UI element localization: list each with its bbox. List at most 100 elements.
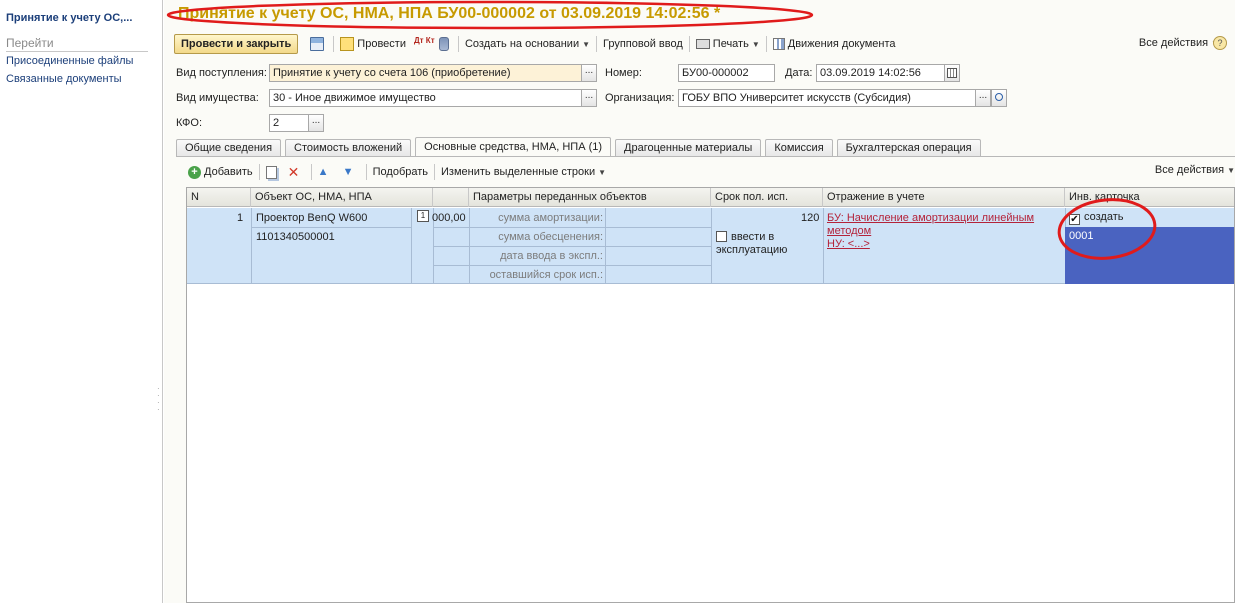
movements-label: Движения документа [787, 38, 896, 50]
create-card-checkbox[interactable]: ✔ [1069, 214, 1080, 225]
header-object[interactable]: Объект ОС, НМА, НПА [251, 188, 433, 207]
arrow-down-icon: ▼ [342, 166, 354, 178]
organization-open-button[interactable] [991, 89, 1007, 107]
help-icon[interactable]: ? [1213, 36, 1227, 50]
reference-marker[interactable]: 1 [417, 210, 429, 222]
group-input-button[interactable]: Групповой ввод [599, 34, 687, 54]
toolbar-separator [765, 36, 767, 52]
tab-precious-materials[interactable]: Драгоценные материалы [615, 139, 762, 157]
date-field[interactable]: 03.09.2019 14:02:56 [816, 64, 945, 82]
organization-field[interactable]: ГОБУ ВПО Университет искусств (Субсидия) [678, 89, 976, 107]
tab-general[interactable]: Общие сведения [176, 139, 282, 157]
main-toolbar: Провести и закрыть Провести Дт Кт Создат… [174, 33, 1235, 55]
tab-investment-cost[interactable]: Стоимость вложений [285, 139, 412, 157]
tab-bar: Общие сведения Стоимость вложений Основн… [176, 137, 985, 157]
receipt-type-choose-button[interactable]: ... [581, 64, 597, 82]
table-header: N Объект ОС, НМА, НПА Параметры переданн… [187, 188, 1234, 207]
property-type-field[interactable]: 30 - Иное движимое имущество [269, 89, 582, 107]
movements-icon [772, 38, 785, 50]
save-icon [310, 37, 325, 51]
commission-checkbox-row[interactable]: ввести в эксплуатацию [716, 231, 816, 257]
copy-row-button[interactable] [262, 162, 284, 182]
param-commission-date-label: дата ввода в экспл.: [500, 250, 603, 262]
organization-choose-button[interactable]: ... [975, 89, 991, 107]
object-code[interactable]: 1101340500001 [256, 231, 335, 243]
post-button[interactable]: Провести [336, 34, 410, 54]
create-card-label: создать [1084, 211, 1124, 223]
tab-commission[interactable]: Комиссия [765, 139, 833, 157]
panel-splitter[interactable]: · · · · [157, 385, 161, 414]
header-accounting[interactable]: Отражение в учете [823, 188, 1065, 207]
create-based-on-label: Создать на основании [464, 38, 580, 50]
tab-fixed-assets[interactable]: Основные средства, НМА, НПА (1) [415, 137, 612, 157]
dt-kt-button[interactable]: Дт Кт [410, 34, 435, 54]
calendar-button[interactable] [944, 64, 960, 82]
header-inv-card[interactable]: Инв. карточка [1065, 188, 1234, 207]
post-icon [340, 37, 355, 51]
register-button[interactable] [435, 34, 456, 54]
post-label: Провести [357, 38, 406, 50]
property-type-choose-button[interactable]: ... [581, 89, 597, 107]
toolbar-separator [457, 36, 459, 52]
toolbar-separator [310, 164, 312, 180]
table-all-actions-label: Все действия [1154, 164, 1225, 176]
kfo-choose-button[interactable]: ... [308, 114, 324, 132]
pick-button[interactable]: Подобрать [369, 162, 432, 182]
delete-row-button[interactable]: ✕ [284, 162, 309, 182]
edit-selected-label: Изменить выделенные строки [441, 166, 596, 178]
toolbar-separator [596, 36, 598, 52]
number-field[interactable]: БУ00-000002 [678, 64, 775, 82]
toolbar-separator [333, 36, 335, 52]
calendar-icon [947, 68, 957, 78]
dt-kt-icon: Дт Кт [413, 36, 435, 45]
table-toolbar: + Добавить ✕ ▲ ▼ Подобрать Изменить выдел… [186, 162, 1235, 182]
nu-accounting-link[interactable]: НУ: <...> [827, 238, 870, 250]
cell-divider [823, 208, 824, 284]
related-documents-link[interactable]: Связанные документы [6, 73, 122, 85]
property-type-label: Вид имущества: [176, 92, 259, 104]
arrow-up-icon: ▲ [317, 166, 329, 178]
add-label: Добавить [204, 166, 253, 178]
param-impairment-label: сумма обесценения: [498, 231, 603, 243]
navigation-panel: Принятие к учету ОС,... Перейти Присоеди… [0, 0, 163, 603]
attached-files-link[interactable]: Присоединенные файлы [6, 55, 133, 67]
move-up-button[interactable]: ▲ [314, 162, 339, 182]
receipt-type-field[interactable]: Принятие к учету со счета 106 (приобрете… [269, 64, 582, 82]
chevron-down-icon: ▼ [598, 167, 607, 177]
header-blank[interactable] [433, 188, 469, 207]
create-card-checkbox-row[interactable]: ✔ создать [1069, 211, 1123, 225]
chevron-down-icon: ▼ [582, 39, 591, 49]
cell-divider [411, 208, 412, 284]
print-button[interactable]: Печать ▼ [692, 34, 764, 54]
amount-value[interactable]: 000,00 [432, 212, 466, 224]
cell-divider [251, 227, 411, 228]
document-form: Принятие к учету ОС, НМА, НПА БУ00-00000… [164, 0, 1235, 603]
object-name[interactable]: Проектор BenQ W600 [256, 212, 367, 224]
document-title: Принятие к учету ОС, НМА, НПА БУ00-00000… [178, 5, 721, 22]
chevron-down-icon: ▼ [751, 39, 760, 49]
header-n[interactable]: N [187, 188, 251, 207]
all-actions-menu[interactable]: Все действия▼? [1139, 33, 1227, 53]
add-row-button[interactable]: + Добавить [186, 162, 257, 182]
move-down-button[interactable]: ▼ [339, 162, 364, 182]
bu-accounting-link[interactable]: БУ: Начисление амортизации линейным мето… [827, 212, 1047, 238]
panel-title[interactable]: Принятие к учету ОС,... [6, 12, 132, 24]
header-life[interactable]: Срок пол. исп. [711, 188, 823, 207]
tab-accounting-operation[interactable]: Бухгалтерская операция [836, 139, 981, 157]
inventory-number-cell[interactable]: 0001 [1065, 227, 1234, 284]
copy-icon [265, 165, 277, 179]
print-label: Печать [712, 38, 749, 50]
commission-checkbox[interactable] [716, 231, 727, 242]
chevron-down-icon: ▼ [1227, 166, 1235, 175]
create-based-on-button[interactable]: Создать на основании ▼ [461, 34, 594, 54]
useful-life-value[interactable]: 120 [801, 212, 819, 224]
delete-icon: ✕ [287, 164, 300, 180]
save-button[interactable] [306, 34, 331, 54]
assets-table: N Объект ОС, НМА, НПА Параметры переданн… [186, 187, 1235, 603]
document-movements-button[interactable]: Движения документа [769, 34, 900, 54]
kfo-field[interactable]: 2 [269, 114, 309, 132]
edit-selected-rows-button[interactable]: Изменить выделенные строки ▼ [437, 162, 610, 182]
header-params[interactable]: Параметры переданных объектов [469, 188, 711, 207]
table-all-actions-menu[interactable]: Все действия ▼ [1155, 164, 1235, 176]
post-and-close-button[interactable]: Провести и закрыть [174, 34, 299, 54]
